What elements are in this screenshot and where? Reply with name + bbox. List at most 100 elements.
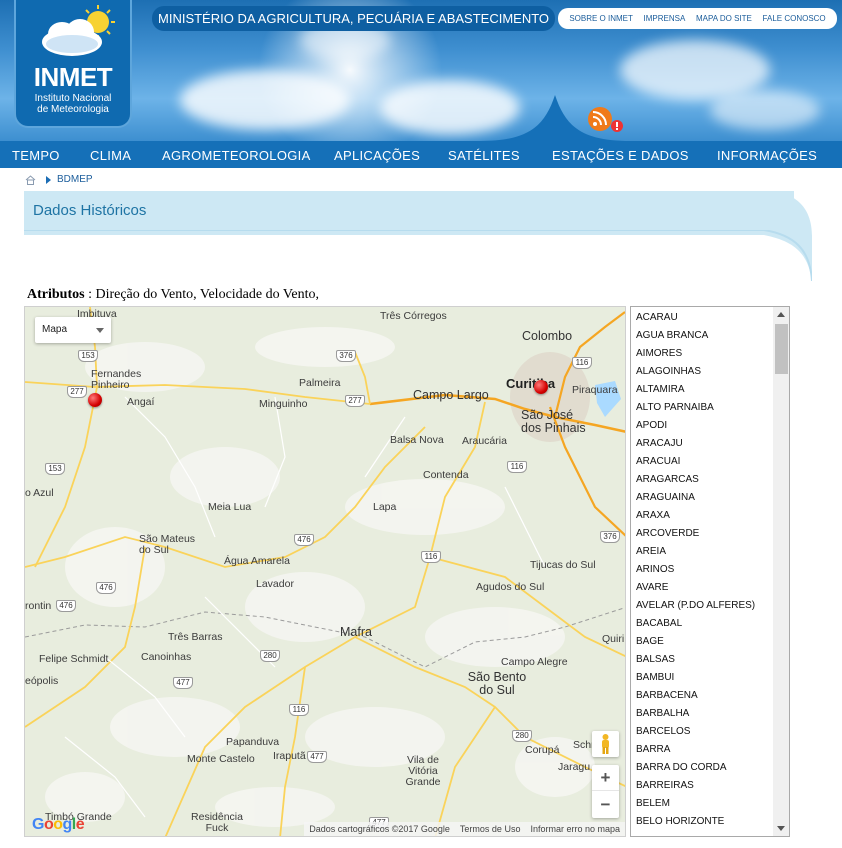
stations-map[interactable]: Imbituva Três Córregos Colombo Fernandes…: [24, 306, 626, 837]
station-option[interactable]: BARCELOS: [631, 723, 773, 741]
zoom-out-button[interactable]: −: [592, 792, 619, 818]
station-option[interactable]: ARACUAI: [631, 453, 773, 471]
map-label: Tijucas do Sul: [530, 559, 596, 571]
road-shield: 476: [56, 600, 76, 612]
station-option[interactable]: AGUA BRANCA: [631, 327, 773, 345]
map-label: São Bento do Sul: [467, 670, 527, 697]
station-option[interactable]: ARAXA: [631, 507, 773, 525]
station-list-scrollbar[interactable]: [773, 307, 789, 836]
scroll-up-icon[interactable]: [777, 312, 785, 317]
zoom-in-button[interactable]: +: [592, 765, 619, 791]
station-option[interactable]: AIMORES: [631, 345, 773, 363]
station-option[interactable]: ARINOS: [631, 561, 773, 579]
map-type-label: Mapa: [42, 324, 68, 335]
map-label: Mafra: [340, 625, 372, 639]
road-shield: 277: [345, 395, 365, 407]
station-option[interactable]: BELO HORIZONTE: [631, 813, 773, 831]
station-option[interactable]: ALTO PARNAIBA: [631, 399, 773, 417]
map-attribution: Dados cartográficos ©2017 Google Termos …: [304, 822, 625, 836]
nav-clima[interactable]: CLIMA: [90, 148, 131, 163]
station-marker[interactable]: [534, 380, 548, 394]
map-label: Três Barras: [168, 631, 223, 643]
zoom-control: + −: [592, 765, 619, 818]
map-label: São José dos Pinhais: [521, 408, 586, 435]
station-option[interactable]: BAMBUI: [631, 669, 773, 687]
top-link-contato[interactable]: FALE CONOSCO: [763, 14, 826, 23]
station-option[interactable]: BALSAS: [631, 651, 773, 669]
logo-subtitle: Instituto Nacional de Meteorologia: [16, 93, 130, 115]
map-label: Piraquara: [572, 384, 618, 396]
map-copyright: Dados cartográficos ©2017 Google: [309, 824, 450, 834]
station-list-items: ACARAU AGUA BRANCA AIMORES ALAGOINHAS ALTAMI…: [631, 309, 773, 831]
nav-estacoes-e-dados[interactable]: ESTAÇÕES E DADOS: [552, 148, 689, 163]
station-option[interactable]: BELEM: [631, 795, 773, 813]
map-type-selector[interactable]: Mapa: [35, 317, 111, 343]
map-label: eópolis: [25, 675, 59, 687]
top-link-sobre[interactable]: SOBRE O INMET: [569, 14, 633, 23]
nav-satelites[interactable]: SATÉLITES: [448, 148, 520, 163]
station-option[interactable]: BACABAL: [631, 615, 773, 633]
nav-tempo[interactable]: TEMPO: [12, 148, 60, 163]
map-label: o Azul: [25, 487, 54, 499]
cloud-sun-icon: [42, 5, 115, 56]
street-view-pegman-icon[interactable]: [592, 731, 619, 757]
scroll-down-icon[interactable]: [777, 826, 785, 831]
page-title-bar: Dados Históricos: [24, 191, 812, 281]
map-label: Agudos do Sul: [476, 581, 545, 593]
station-option[interactable]: ARCOVERDE: [631, 525, 773, 543]
map-label: Angaí: [127, 396, 155, 408]
home-icon[interactable]: [25, 174, 36, 185]
chevron-down-icon: [96, 328, 104, 333]
map-terms-link[interactable]: Termos de Uso: [460, 824, 521, 834]
map-label: Campo Alegre: [501, 656, 568, 668]
station-marker[interactable]: [88, 393, 102, 407]
inmet-logo[interactable]: INMET Instituto Nacional de Meteorologia: [14, 0, 132, 128]
map-label: Água Amarela: [224, 555, 290, 567]
map-label: Monte Castelo: [187, 753, 255, 765]
logo-subtitle-line-1: Instituto Nacional: [34, 93, 112, 104]
station-option[interactable]: ACARAU: [631, 309, 773, 327]
google-logo[interactable]: Google: [32, 816, 85, 834]
road-shield: 116: [572, 357, 592, 369]
road-shield: 153: [45, 463, 65, 475]
station-option[interactable]: AVELAR (P.DO ALFERES): [631, 597, 773, 615]
station-option[interactable]: ARAGUAINA: [631, 489, 773, 507]
station-option[interactable]: ALAGOINHAS: [631, 363, 773, 381]
station-option[interactable]: BAGE: [631, 633, 773, 651]
map-label: Corupá: [525, 744, 560, 756]
map-label: Meia Lua: [208, 501, 252, 513]
station-option[interactable]: BARBACENA: [631, 687, 773, 705]
station-option[interactable]: BARBALHA: [631, 705, 773, 723]
station-option[interactable]: ARAGARCAS: [631, 471, 773, 489]
station-list[interactable]: ACARAU AGUA BRANCA AIMORES ALAGOINHAS ALTAMI…: [630, 306, 790, 837]
nav-informacoes[interactable]: INFORMAÇÕES: [717, 148, 817, 163]
road-shield: 476: [294, 534, 314, 546]
nav-agrometeorologia[interactable]: AGROMETEOROLOGIA: [162, 148, 311, 163]
road-shield: 477: [173, 677, 193, 689]
station-option[interactable]: ALTAMIRA: [631, 381, 773, 399]
logo-subtitle-line-2: de Meteorologia: [37, 104, 109, 115]
station-option[interactable]: BARRA DO CORDA: [631, 759, 773, 777]
scroll-thumb[interactable]: [775, 324, 788, 374]
map-label: São Mateus do Sul: [139, 533, 196, 556]
map-label: Balsa Nova: [390, 434, 444, 446]
top-link-imprensa[interactable]: IMPRENSA: [644, 14, 686, 23]
station-option[interactable]: APODI: [631, 417, 773, 435]
road-shield: 116: [289, 704, 309, 716]
logo-title: INMET: [33, 62, 113, 92]
station-option[interactable]: ARACAJU: [631, 435, 773, 453]
ministry-banner[interactable]: MINISTÉRIO DA AGRICULTURA, PECUÁRIA E AB…: [152, 6, 556, 31]
map-report-link[interactable]: Informar erro no mapa: [530, 824, 620, 834]
top-link-mapa[interactable]: MAPA DO SITE: [696, 14, 752, 23]
map-label: Palmeira: [299, 377, 341, 389]
map-label: Colombo: [522, 329, 573, 343]
station-option[interactable]: BARRA: [631, 741, 773, 759]
station-option[interactable]: BARREIRAS: [631, 777, 773, 795]
attributes-line: Atributos : Direção do Vento, Velocidade…: [27, 287, 319, 303]
nav-aplicacoes[interactable]: APLICAÇÕES: [334, 148, 420, 163]
map-label: Fernandes Pinheiro: [91, 368, 142, 391]
station-option[interactable]: AREIA: [631, 543, 773, 561]
station-option[interactable]: AVARE: [631, 579, 773, 597]
rss-icon[interactable]: [587, 106, 623, 136]
breadcrumb-current[interactable]: BDMEP: [57, 174, 93, 185]
